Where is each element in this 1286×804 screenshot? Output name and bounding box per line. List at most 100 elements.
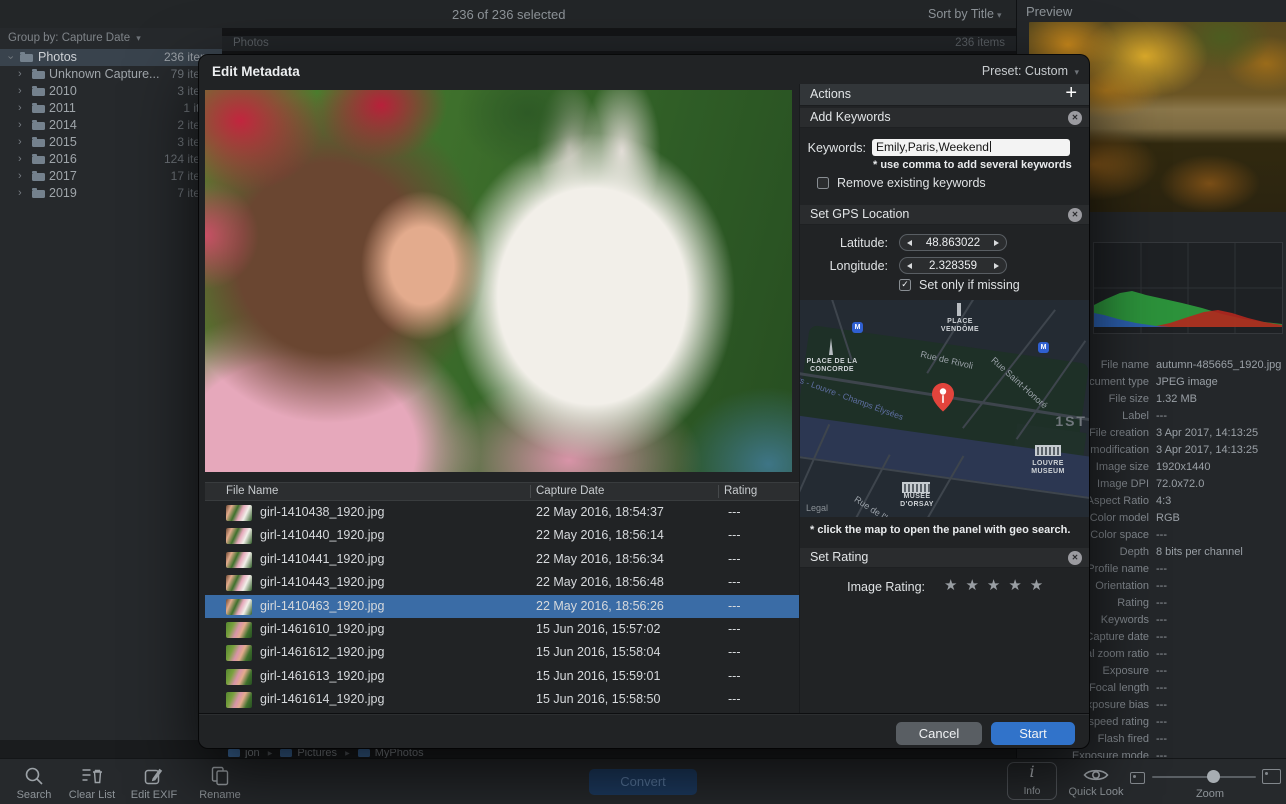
sidebar-item-2016[interactable]: › 2016 124 items bbox=[0, 151, 222, 168]
metro-station-icon: M bbox=[852, 322, 863, 333]
search-icon bbox=[10, 765, 58, 787]
disclosure-triangle-icon[interactable]: › bbox=[18, 83, 22, 100]
keywords-input[interactable]: Emily,Paris,Weekend bbox=[872, 139, 1070, 156]
sidebar-item-2017[interactable]: › 2017 17 items bbox=[0, 168, 222, 185]
edit-metadata-dialog: Edit Metadata Preset: Custom ▾ File Name… bbox=[199, 55, 1089, 748]
zoom-label: Zoom bbox=[1180, 788, 1240, 800]
folder-icon bbox=[20, 54, 33, 62]
zoom-slider-knob[interactable] bbox=[1207, 770, 1220, 783]
app-window: 236 of 236 selected Sort by Title▾ Group… bbox=[0, 0, 1286, 804]
photos-header-bar: Photos 236 items bbox=[222, 36, 1016, 51]
stepper-increment-icon[interactable] bbox=[994, 263, 999, 269]
eye-icon bbox=[1063, 765, 1129, 785]
zoom-slider-track[interactable] bbox=[1152, 776, 1256, 778]
sidebar-item-photos[interactable]: › Photos 236 items bbox=[0, 49, 222, 66]
convert-button[interactable]: Convert bbox=[589, 769, 697, 795]
disclosure-triangle-icon[interactable]: › bbox=[2, 53, 19, 63]
stepper-increment-icon[interactable] bbox=[994, 240, 999, 246]
close-icon[interactable]: ✕ bbox=[1068, 111, 1082, 125]
file-table: girl-1410438_1920.jpg22 May 2016, 18:54:… bbox=[205, 501, 799, 713]
disclosure-triangle-icon[interactable]: › bbox=[18, 100, 22, 117]
info-icon: i bbox=[1008, 763, 1056, 781]
folder-icon bbox=[280, 749, 292, 757]
remove-keywords-checkbox[interactable] bbox=[817, 177, 829, 189]
sidebar-item-2015[interactable]: › 2015 3 items bbox=[0, 134, 222, 151]
preset-dropdown[interactable]: Preset: Custom ▾ bbox=[982, 64, 1079, 78]
check-icon: ✓ bbox=[901, 279, 909, 289]
edit-exif-button[interactable]: Edit EXIF bbox=[126, 765, 182, 801]
louvre-building-icon bbox=[1035, 445, 1061, 456]
set-only-if-missing-checkbox[interactable]: ✓ bbox=[899, 279, 911, 291]
dialog-title: Edit Metadata bbox=[212, 64, 300, 79]
sidebar-item-2011[interactable]: › 2011 1 item bbox=[0, 100, 222, 117]
chevron-down-icon: ▾ bbox=[1074, 67, 1079, 77]
stepper-decrement-icon[interactable] bbox=[907, 263, 912, 269]
disclosure-triangle-icon[interactable]: › bbox=[18, 168, 22, 185]
file-table-header: File Name Capture Date Rating bbox=[205, 482, 799, 501]
longitude-stepper[interactable]: 2.328359 bbox=[899, 257, 1007, 274]
column-header-capture-date[interactable]: Capture Date bbox=[536, 483, 604, 500]
file-row[interactable]: girl-1461610_1920.jpg15 Jun 2016, 15:57:… bbox=[205, 618, 799, 641]
set-only-if-missing-label[interactable]: Set only if missing bbox=[919, 278, 1020, 292]
clear-list-button[interactable]: Clear List bbox=[64, 765, 120, 801]
disclosure-triangle-icon[interactable]: › bbox=[18, 134, 22, 151]
folder-icon bbox=[228, 749, 240, 757]
stepper-decrement-icon[interactable] bbox=[907, 240, 912, 246]
disclosure-triangle-icon[interactable]: › bbox=[18, 66, 22, 83]
sidebar-item-2019[interactable]: › 2019 7 items bbox=[0, 185, 222, 202]
sort-by-dropdown[interactable]: Sort by Title▾ bbox=[928, 7, 1002, 21]
file-row[interactable]: girl-1410438_1920.jpg22 May 2016, 18:54:… bbox=[205, 501, 799, 524]
photos-bar-title: Photos bbox=[233, 36, 269, 51]
file-row[interactable]: girl-1461613_1920.jpg15 Jun 2016, 15:59:… bbox=[205, 665, 799, 688]
start-button[interactable]: Start bbox=[991, 722, 1075, 745]
breadcrumb-separator-icon: ▶ bbox=[268, 750, 273, 757]
breadcrumb-separator-icon: ▶ bbox=[345, 750, 350, 757]
sidebar-item-2014[interactable]: › 2014 2 items bbox=[0, 117, 222, 134]
keywords-hint: * use comma to add several keywords bbox=[873, 159, 1072, 171]
quick-look-button[interactable]: Quick Look bbox=[1063, 765, 1129, 798]
column-divider bbox=[530, 485, 531, 498]
add-action-button[interactable]: + bbox=[1065, 82, 1077, 105]
set-rating-section-header: Set Rating ✕ bbox=[800, 548, 1089, 568]
map-pin-icon[interactable] bbox=[930, 382, 956, 412]
map-legal-link[interactable]: Legal bbox=[806, 503, 828, 513]
preview-title: Preview bbox=[1026, 4, 1072, 19]
map-label-district: 1ST bbox=[1055, 413, 1087, 429]
file-thumbnail bbox=[226, 622, 252, 638]
cancel-button[interactable]: Cancel bbox=[896, 722, 982, 745]
close-icon[interactable]: ✕ bbox=[1068, 208, 1082, 222]
disclosure-triangle-icon[interactable]: › bbox=[18, 151, 22, 168]
column-header-file-name[interactable]: File Name bbox=[226, 483, 278, 500]
file-row[interactable]: girl-1461612_1920.jpg15 Jun 2016, 15:58:… bbox=[205, 641, 799, 664]
rename-button[interactable]: Rename bbox=[192, 765, 248, 801]
file-row[interactable]: girl-1410440_1920.jpg22 May 2016, 18:56:… bbox=[205, 524, 799, 547]
disclosure-triangle-icon[interactable]: › bbox=[18, 117, 22, 134]
column-header-rating[interactable]: Rating bbox=[724, 483, 757, 500]
folder-icon bbox=[32, 71, 45, 79]
disclosure-triangle-icon[interactable]: › bbox=[18, 185, 22, 202]
map-label-concorde: PLACE DE LACONCORDE bbox=[802, 358, 862, 374]
group-by-dropdown[interactable]: Group by: Capture Date ▾ bbox=[8, 32, 141, 44]
folder-icon bbox=[32, 139, 45, 147]
star-rating-control[interactable]: ★★★★★ bbox=[944, 576, 1051, 594]
search-button[interactable]: Search bbox=[10, 765, 58, 801]
folder-icon bbox=[32, 105, 45, 113]
column-divider bbox=[718, 485, 719, 498]
file-row[interactable]: girl-1461614_1920.jpg15 Jun 2016, 15:58:… bbox=[205, 688, 799, 711]
sidebar-item-unknown-capture[interactable]: › Unknown Capture... 79 items bbox=[0, 66, 222, 83]
file-row[interactable]: girl-1410443_1920.jpg22 May 2016, 18:56:… bbox=[205, 571, 799, 594]
latitude-stepper[interactable]: 48.863022 bbox=[899, 234, 1007, 251]
sidebar-item-2010[interactable]: › 2010 3 items bbox=[0, 83, 222, 100]
chevron-down-icon: ▾ bbox=[997, 10, 1002, 20]
close-icon[interactable]: ✕ bbox=[1068, 551, 1082, 565]
remove-keywords-label[interactable]: Remove existing keywords bbox=[837, 176, 986, 190]
file-thumbnail bbox=[226, 552, 252, 568]
rename-icon bbox=[192, 765, 248, 787]
file-row[interactable]: girl-1410441_1920.jpg22 May 2016, 18:56:… bbox=[205, 548, 799, 571]
gps-map[interactable]: PLACEVENDÔME PLACE DE LACONCORDE Rue de … bbox=[800, 300, 1089, 517]
folder-icon bbox=[32, 156, 45, 164]
folder-icon bbox=[358, 749, 370, 757]
chevron-down-icon: ▾ bbox=[136, 33, 141, 43]
file-row-selected[interactable]: girl-1410463_1920.jpg22 May 2016, 18:56:… bbox=[205, 595, 799, 618]
info-button[interactable]: i Info bbox=[1007, 762, 1057, 800]
